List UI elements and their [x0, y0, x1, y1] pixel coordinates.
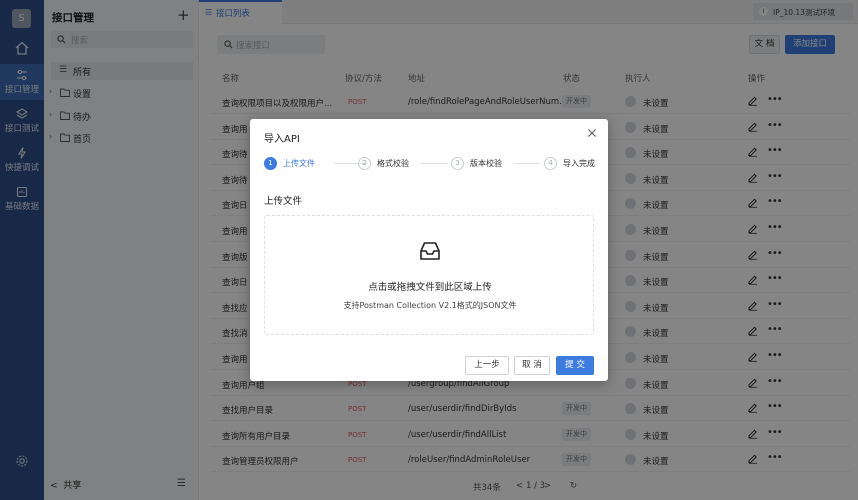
step-number: 2 — [358, 157, 371, 170]
step-label: 版本校验 — [470, 159, 502, 168]
previous-step-button[interactable]: 上一步 — [465, 356, 509, 375]
submit-button[interactable]: 提 交 — [556, 356, 594, 375]
step-number: 4 — [544, 157, 557, 170]
section-title: 上传文件 — [264, 196, 303, 207]
dialog-title: 导入API — [264, 134, 300, 145]
dropzone-title: 点击或拖拽文件到此区域上传 — [368, 282, 492, 293]
dropzone-hint: 支持Postman Collection V2.1格式的JSON文件 — [343, 301, 517, 310]
app-window: S 接口管理 接口测试 快捷调试 基础数据 接口管理 + 搜索 ☰ 所有 › 设… — [0, 0, 858, 500]
inbox-icon — [420, 242, 440, 260]
step-label: 格式校验 — [377, 159, 409, 168]
import-api-dialog: 导入API 1 上传文件 2 格式校验 3 版本校验 4 导入完成 上传文件 点… — [250, 119, 608, 381]
file-dropzone[interactable]: 点击或拖拽文件到此区域上传 支持Postman Collection V2.1格… — [264, 215, 594, 335]
step-number: 1 — [264, 157, 277, 170]
close-icon[interactable] — [587, 128, 597, 138]
step-label: 上传文件 — [283, 159, 315, 168]
cancel-button[interactable]: 取 消 — [514, 356, 550, 375]
step-connector — [421, 163, 448, 164]
step-label: 导入完成 — [563, 159, 595, 168]
step-connector — [514, 163, 539, 164]
step-number: 3 — [451, 157, 464, 170]
